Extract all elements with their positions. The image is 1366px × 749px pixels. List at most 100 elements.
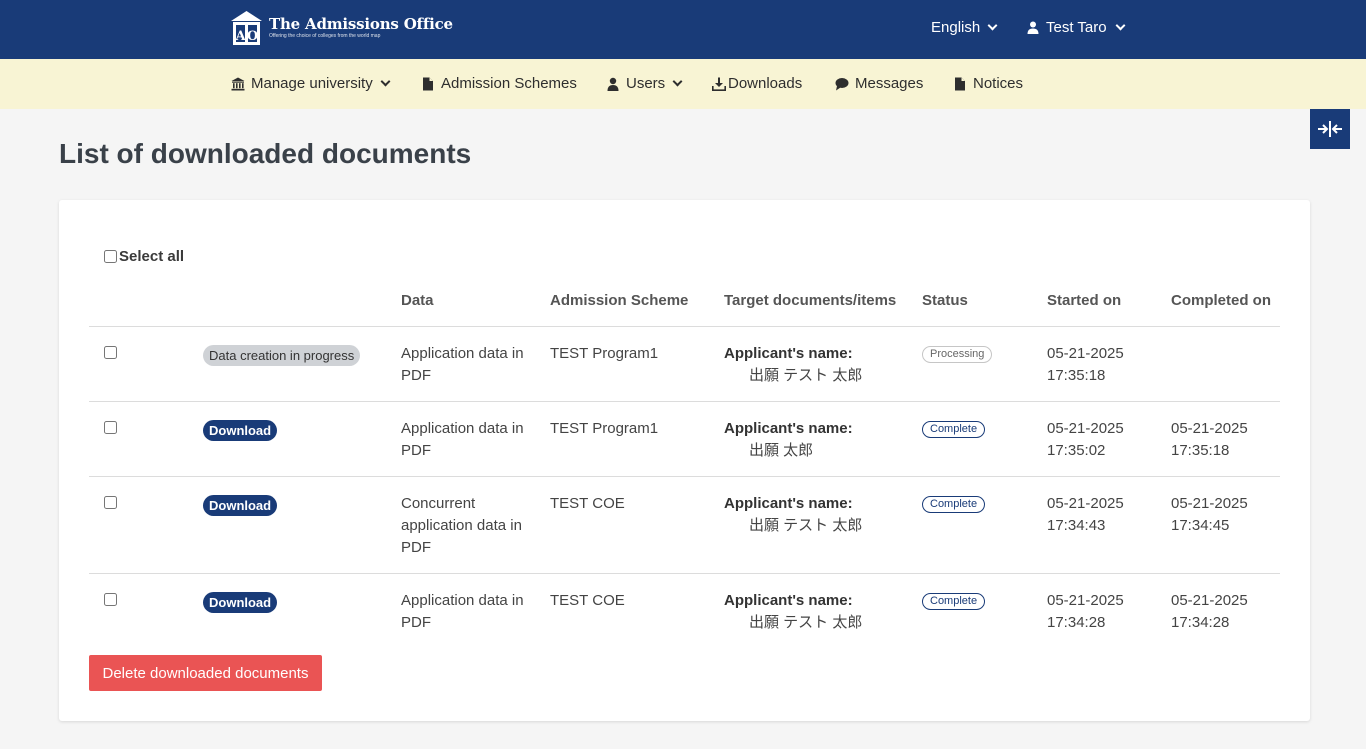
started-time: 17:34:43 <box>1047 517 1106 534</box>
completed-on-cell: 05-21-2025 17:34:28 <box>1171 590 1248 634</box>
started-time: 17:35:02 <box>1047 442 1106 459</box>
data-creation-in-progress-badge: Data creation in progress <box>203 345 361 366</box>
user-menu[interactable]: Test Taro <box>1027 19 1126 36</box>
applicant-name: 出願 太郎 <box>749 442 814 459</box>
data-text: PDF <box>401 367 431 384</box>
logo-building-icon: A O <box>230 10 263 46</box>
completed-date: 05-21-2025 <box>1171 495 1248 512</box>
applicant-name-label: Applicant's name: <box>724 345 853 362</box>
page-title: List of downloaded documents <box>59 138 472 169</box>
nav-messages[interactable]: Messages <box>835 75 923 92</box>
row-checkbox[interactable] <box>104 496 117 509</box>
data-cell: Application data in PDF <box>401 590 524 634</box>
data-text: PDF <box>401 539 431 556</box>
admission-scheme-cell: TEST Program1 <box>550 345 659 362</box>
download-button[interactable]: Download <box>203 420 278 441</box>
applicant-name: 出願 テスト 太郎 <box>749 367 863 384</box>
status-badge: Processing <box>922 346 993 363</box>
nav-notices[interactable]: Notices <box>953 75 1023 92</box>
applicant-name: 出願 テスト 太郎 <box>749 614 863 631</box>
row-checkbox[interactable] <box>104 421 117 434</box>
started-on-cell: 05-21-2025 17:34:28 <box>1047 590 1124 634</box>
compress-arrows-icon <box>1318 121 1342 137</box>
chevron-down-icon <box>1115 20 1126 31</box>
download-button[interactable]: Download <box>203 495 278 516</box>
applicant-name-label: Applicant's name: <box>724 420 853 437</box>
row-checkbox[interactable] <box>104 593 117 606</box>
data-cell: Application data in PDF <box>401 343 524 387</box>
chevron-down-icon <box>380 76 391 87</box>
chat-bubble-icon <box>835 77 849 90</box>
chevron-down-icon <box>672 76 683 87</box>
language-label: English <box>931 19 981 36</box>
status-badge: Complete <box>922 496 986 513</box>
column-header-target: Target documents/items <box>724 292 897 309</box>
nav-label: Admission Schemes <box>441 75 577 92</box>
admission-scheme-cell: TEST Program1 <box>550 420 659 437</box>
data-text: Application data in <box>401 420 524 437</box>
completed-time: 17:35:18 <box>1171 442 1230 459</box>
admission-scheme-cell: TEST COE <box>550 592 625 609</box>
nav-users[interactable]: Users <box>606 75 683 92</box>
started-date: 05-21-2025 <box>1047 592 1124 609</box>
target-cell: Applicant's name: 出願 太郎 <box>724 418 853 462</box>
user-icon <box>1027 21 1039 34</box>
user-name: Test Taro <box>1046 19 1107 36</box>
column-header-completed-on: Completed on <box>1171 292 1271 309</box>
data-cell: Concurrent application data in PDF <box>401 493 522 559</box>
nav-downloads[interactable]: Downloads <box>712 75 802 92</box>
nav-label: Messages <box>855 75 924 92</box>
target-cell: Applicant's name: 出願 テスト 太郎 <box>724 590 862 634</box>
data-text: Application data in <box>401 345 524 362</box>
table-divider <box>89 476 1280 477</box>
site-logo[interactable]: A O The Admissions Office Offering the c… <box>230 10 453 46</box>
download-button[interactable]: Download <box>203 592 278 613</box>
user-icon <box>607 77 619 91</box>
started-on-cell: 05-21-2025 17:34:43 <box>1047 493 1124 537</box>
language-dropdown[interactable]: English <box>931 19 998 36</box>
data-text: application data in <box>401 517 522 534</box>
data-text: PDF <box>401 614 431 631</box>
completed-time: 17:34:45 <box>1171 517 1230 534</box>
target-cell: Applicant's name: 出願 テスト 太郎 <box>724 493 862 537</box>
applicant-name-label: Applicant's name: <box>724 495 853 512</box>
started-time: 17:35:18 <box>1047 367 1106 384</box>
admission-scheme-cell: TEST COE <box>550 495 625 512</box>
main-navigation: Manage university Admission Schemes User… <box>0 59 1366 109</box>
started-time: 17:34:28 <box>1047 614 1106 631</box>
nav-label: Manage university <box>251 75 373 92</box>
chevron-down-icon <box>987 20 998 31</box>
nav-label: Notices <box>973 75 1024 92</box>
column-header-admission-scheme: Admission Scheme <box>550 292 689 309</box>
data-text: Concurrent <box>401 495 476 512</box>
started-on-cell: 05-21-2025 17:35:02 <box>1047 418 1124 462</box>
data-text: PDF <box>401 442 431 459</box>
nav-label: Downloads <box>728 75 803 92</box>
logo-subtitle: Offering the choice of colleges from the… <box>269 33 381 39</box>
svg-text:O: O <box>247 29 258 44</box>
document-icon <box>955 77 965 90</box>
completed-date: 05-21-2025 <box>1171 420 1248 437</box>
target-cell: Applicant's name: 出願 テスト 太郎 <box>724 343 862 387</box>
completed-time: 17:34:28 <box>1171 614 1230 631</box>
collapse-width-button[interactable] <box>1310 109 1350 149</box>
column-header-status: Status <box>922 292 968 309</box>
completed-on-cell: 05-21-2025 17:35:18 <box>1171 418 1248 462</box>
university-icon <box>231 77 245 90</box>
delete-downloaded-documents-button[interactable]: Delete downloaded documents <box>89 655 322 691</box>
nav-manage-university[interactable]: Manage university <box>231 75 391 92</box>
completed-date: 05-21-2025 <box>1171 592 1248 609</box>
applicant-name: 出願 テスト 太郎 <box>749 517 863 534</box>
started-on-cell: 05-21-2025 17:35:18 <box>1047 343 1124 387</box>
nav-admission-schemes[interactable]: Admission Schemes <box>421 75 577 92</box>
table-divider <box>89 326 1280 327</box>
select-all-label: Select all <box>119 248 185 265</box>
row-checkbox[interactable] <box>104 346 117 359</box>
select-all-input[interactable] <box>104 250 117 263</box>
column-header-started-on: Started on <box>1047 292 1122 309</box>
select-all-checkbox[interactable]: Select all <box>104 248 184 265</box>
started-date: 05-21-2025 <box>1047 420 1124 437</box>
svg-text:A: A <box>234 29 246 44</box>
table-divider <box>89 401 1280 402</box>
applicant-name-label: Applicant's name: <box>724 592 853 609</box>
